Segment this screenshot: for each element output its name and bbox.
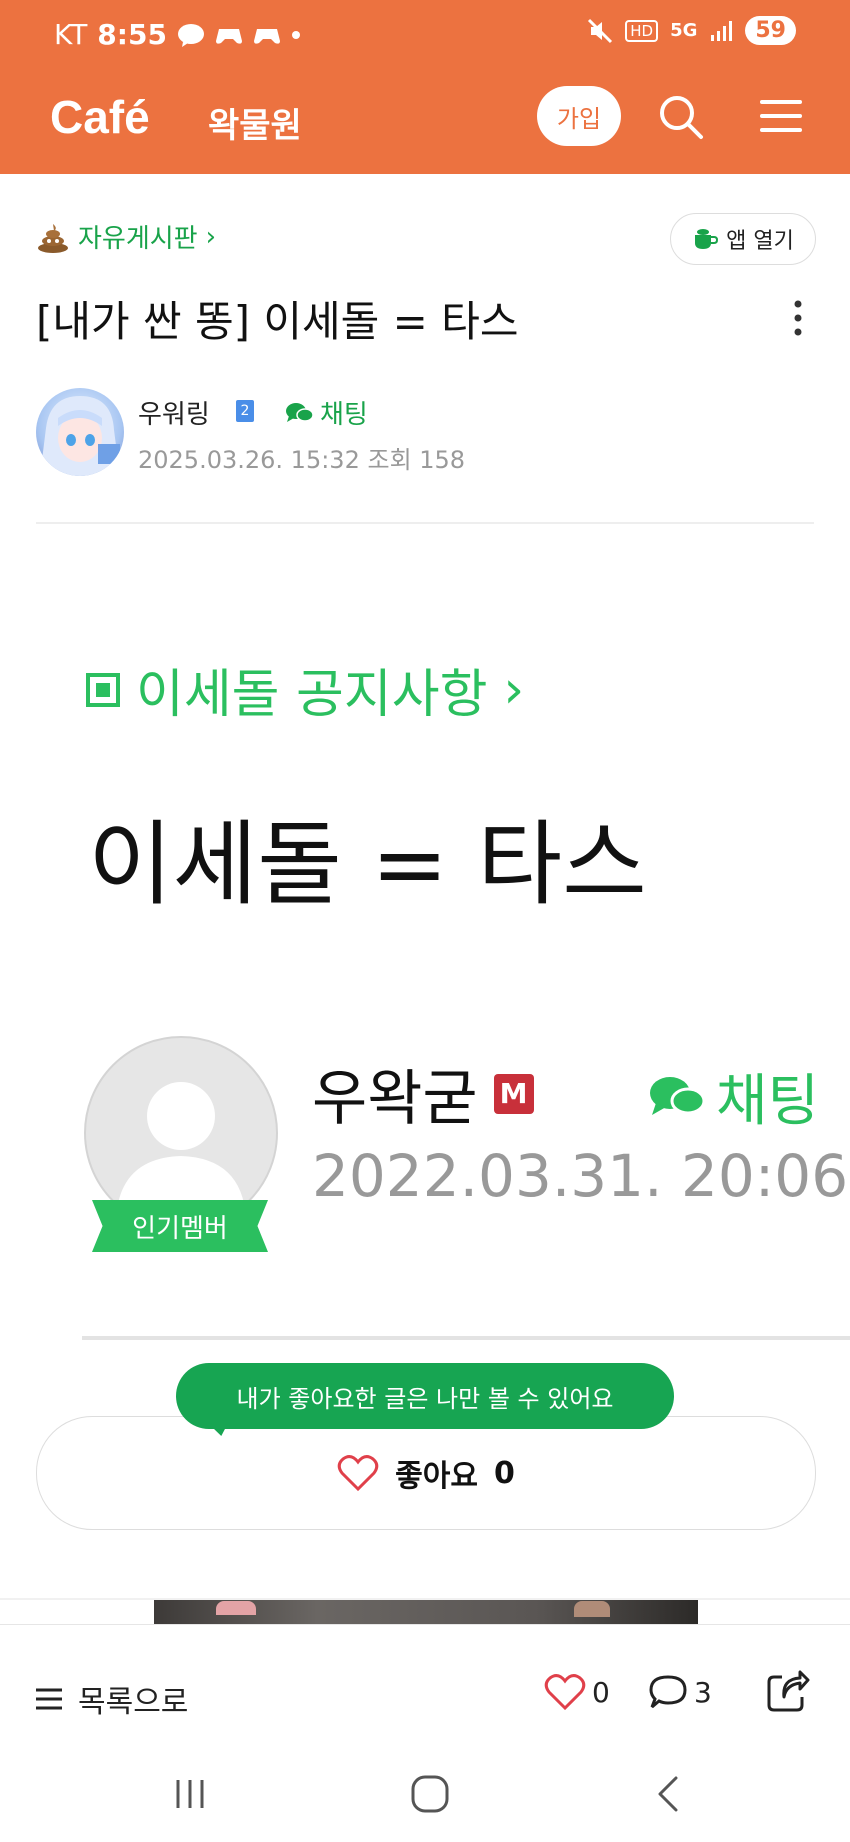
comment-count: 3 bbox=[694, 1675, 712, 1709]
bottom-action-bar: 목록으로 0 3 bbox=[0, 1624, 850, 1755]
divider bbox=[36, 522, 814, 524]
bottom-like-button[interactable]: 0 bbox=[544, 1673, 610, 1711]
chevron-right-icon: › bbox=[205, 221, 217, 252]
board-breadcrumb[interactable]: 자유게시판 › bbox=[36, 218, 216, 255]
search-icon[interactable] bbox=[656, 92, 706, 142]
status-bar: KT 8:55 HD 5G 59 bbox=[0, 0, 850, 70]
embedded-board-link: 이세돌 공지사항 › bbox=[86, 652, 524, 727]
author-avatar[interactable] bbox=[36, 388, 124, 476]
like-count: 0 bbox=[493, 1455, 515, 1491]
embedded-chat-label: 채팅 bbox=[716, 1069, 820, 1134]
embedded-chat-bubbles-icon bbox=[650, 1076, 706, 1115]
chat-label: 채팅 bbox=[320, 400, 368, 430]
system-navigation-bar bbox=[0, 1754, 850, 1842]
embedded-chevron-icon: › bbox=[503, 659, 525, 720]
heart-icon bbox=[544, 1674, 586, 1711]
app-header: Café 왁물원 가입 bbox=[0, 70, 850, 174]
like-label: 좋아요 bbox=[395, 1459, 478, 1494]
chat-button[interactable]: 채팅 bbox=[284, 394, 368, 431]
like-button[interactable]: 좋아요 0 bbox=[36, 1416, 816, 1530]
network-label: 5G bbox=[670, 20, 698, 41]
popular-member-badge: 인기멤버 bbox=[92, 1200, 268, 1252]
cafe-logo[interactable]: Café bbox=[50, 90, 150, 144]
back-icon[interactable] bbox=[648, 1772, 688, 1816]
embedded-author-name: 우왁굳 bbox=[312, 1064, 478, 1134]
game-notification-icon bbox=[215, 28, 242, 44]
game-notification-icon-2 bbox=[253, 28, 280, 44]
clock: 8:55 bbox=[97, 18, 167, 51]
heart-icon bbox=[337, 1455, 379, 1492]
status-left: KT 8:55 bbox=[54, 18, 301, 51]
join-button[interactable]: 가입 bbox=[537, 86, 621, 146]
status-right: HD 5G 59 bbox=[587, 16, 796, 45]
thumbnail-detail bbox=[216, 1601, 256, 1615]
like-tooltip: 내가 좋아요한 글은 나만 볼 수 있어요 bbox=[176, 1363, 674, 1429]
anime-avatar-illustration bbox=[40, 396, 120, 476]
board-square-icon bbox=[86, 672, 120, 707]
board-name: 자유게시판 bbox=[78, 224, 198, 254]
home-icon[interactable] bbox=[408, 1772, 452, 1816]
mute-icon bbox=[588, 18, 613, 43]
poop-emoji-icon bbox=[38, 223, 68, 253]
comment-bubble-icon bbox=[649, 1675, 687, 1709]
embedded-screenshot-image: 이세돌 공지사항 › 이세돌 = 타스 인기멤버 우왁굳 M 채팅 2022.0… bbox=[0, 600, 850, 1370]
battery-level: 59 bbox=[745, 16, 796, 45]
chat-bubbles-icon bbox=[286, 402, 314, 422]
default-profile-icon bbox=[116, 1082, 246, 1218]
open-app-button[interactable]: 앱 열기 bbox=[670, 213, 816, 265]
member-level-badge: 2 bbox=[236, 400, 254, 422]
post-views: 조회 158 bbox=[367, 446, 466, 474]
kakaotalk-notification-icon bbox=[177, 23, 204, 47]
embedded-title: 이세돌 = 타스 bbox=[88, 811, 647, 918]
post-meta: 2025.03.26. 15:32 조회 158 bbox=[138, 440, 465, 475]
bottom-like-count: 0 bbox=[592, 1675, 610, 1709]
back-to-list-button[interactable]: 목록으로 bbox=[34, 1677, 188, 1721]
back-to-list-label: 목록으로 bbox=[78, 1685, 189, 1720]
post-date: 2025.03.26. 15:32 bbox=[138, 446, 360, 474]
post-title: [내가 싼 똥] 이세돌 = 타스 bbox=[36, 297, 519, 346]
recent-apps-icon[interactable] bbox=[170, 1774, 210, 1814]
cafe-name[interactable]: 왁물원 bbox=[208, 98, 302, 147]
embedded-author: 우왁굳 M bbox=[312, 1050, 534, 1137]
cafe-cup-icon bbox=[695, 229, 719, 249]
hamburger-menu-icon[interactable] bbox=[758, 96, 804, 136]
comment-button[interactable]: 3 bbox=[648, 1673, 712, 1711]
list-icon bbox=[36, 1688, 62, 1710]
author-name[interactable]: 우워링 bbox=[138, 394, 210, 431]
open-app-label: 앱 열기 bbox=[726, 229, 794, 254]
hd-voice-label: HD bbox=[625, 19, 659, 42]
manager-badge: M bbox=[493, 1073, 534, 1114]
more-options-icon[interactable] bbox=[788, 296, 808, 340]
more-notifications-dot-icon bbox=[291, 30, 300, 39]
embedded-date: 2022.03.31. 20:06 bbox=[312, 1142, 849, 1210]
embedded-board-name: 이세돌 공지사항 bbox=[136, 665, 488, 725]
signal-icon bbox=[711, 20, 733, 41]
share-icon[interactable] bbox=[764, 1669, 810, 1715]
thumbnail-detail-2 bbox=[574, 1601, 610, 1617]
embedded-divider bbox=[82, 1336, 850, 1340]
embedded-chat: 채팅 bbox=[646, 1056, 819, 1137]
carrier-label: KT bbox=[54, 18, 88, 51]
